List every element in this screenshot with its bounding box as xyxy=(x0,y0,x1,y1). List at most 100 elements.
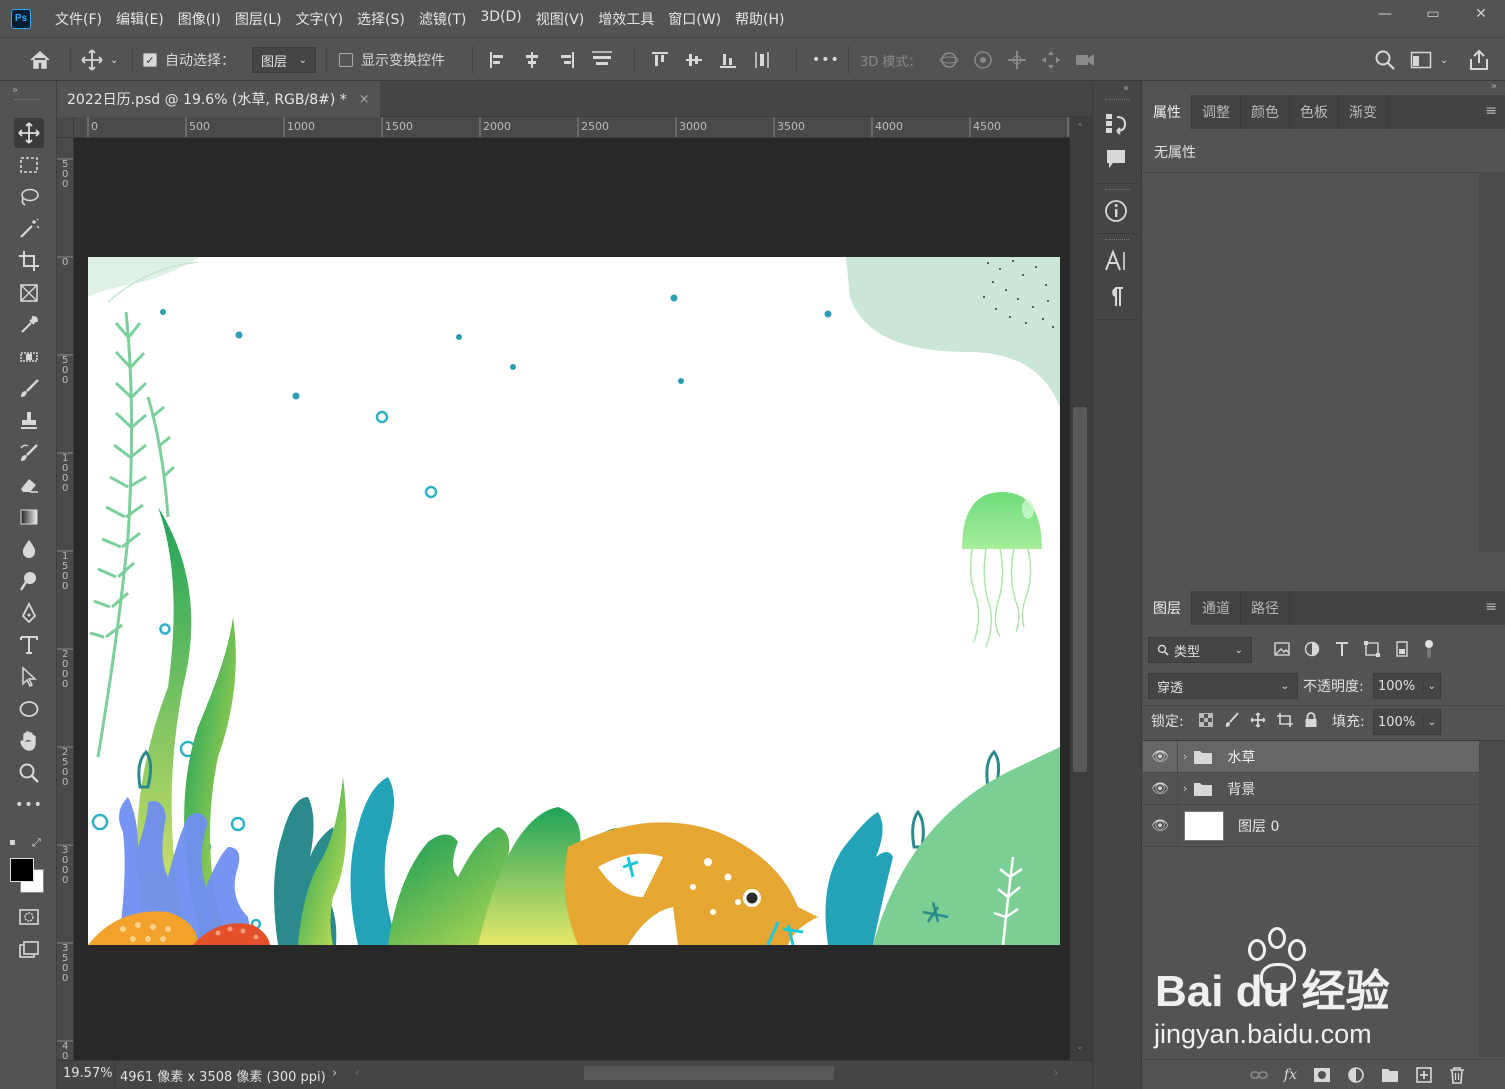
zoom-tool[interactable] xyxy=(14,758,44,788)
lock-all-icon[interactable] xyxy=(1304,712,1318,728)
lock-position-icon[interactable] xyxy=(1250,712,1266,728)
shape-filter-icon[interactable] xyxy=(1363,640,1381,658)
smart-object-filter-icon[interactable] xyxy=(1393,640,1411,658)
crop-tool[interactable] xyxy=(14,246,44,276)
3d-roll-icon[interactable] xyxy=(972,49,994,71)
layer-filter-dropdown[interactable]: 类型 ⌄ xyxy=(1148,637,1252,663)
brush-tool[interactable] xyxy=(14,374,44,404)
menu-type[interactable]: 文字(Y) xyxy=(289,9,350,29)
ruler-origin[interactable] xyxy=(57,117,74,138)
foreground-color-swatch[interactable] xyxy=(10,858,34,882)
more-options-button[interactable]: ••• xyxy=(812,38,840,82)
auto-select-target-dropdown[interactable]: 图层 ⌄ xyxy=(252,47,316,73)
layer-name[interactable]: 背景 xyxy=(1227,779,1255,799)
info-panel-icon[interactable] xyxy=(1104,199,1128,227)
clone-stamp-tool[interactable] xyxy=(14,406,44,436)
blur-tool[interactable] xyxy=(14,534,44,564)
3d-pan-icon[interactable] xyxy=(1006,49,1028,71)
mask-icon[interactable] xyxy=(1313,1067,1331,1083)
eyedropper-tool[interactable] xyxy=(14,310,44,340)
layer-row-group[interactable]: 👁 › 背景 xyxy=(1143,772,1479,805)
lock-pixels-icon[interactable] xyxy=(1224,712,1240,728)
menu-file[interactable]: 文件(F) xyxy=(48,9,109,29)
new-layer-icon[interactable] xyxy=(1415,1066,1433,1084)
type-filter-icon[interactable] xyxy=(1333,640,1351,658)
more-tools-icon[interactable]: ••• xyxy=(14,790,44,820)
restore-button[interactable]: ▭ xyxy=(1409,0,1457,28)
collapse-icon[interactable]: « xyxy=(1123,83,1129,94)
move-tool[interactable] xyxy=(14,118,44,148)
lasso-tool[interactable] xyxy=(14,182,44,212)
history-panel-icon[interactable] xyxy=(1104,111,1128,139)
healing-brush-tool[interactable] xyxy=(14,342,44,372)
ellipse-tool[interactable] xyxy=(14,694,44,724)
search-icon[interactable] xyxy=(1374,38,1396,82)
document-canvas[interactable] xyxy=(88,257,1060,945)
collapse-panel-icon[interactable]: » xyxy=(12,85,18,96)
history-brush-tool[interactable] xyxy=(14,438,44,468)
workspace-icon[interactable]: ⌄ xyxy=(1410,38,1448,82)
zoom-level[interactable]: 19.57% xyxy=(63,1066,113,1081)
vertical-ruler[interactable]: 5 0 0 0 5 0 0 1 0 0 0 1 5 0 0 2 0 0 0 2 … xyxy=(57,138,74,1060)
align-middle-v-icon[interactable] xyxy=(684,50,704,70)
align-left-icon[interactable] xyxy=(488,50,508,70)
show-transform-checkbox[interactable]: 显示变换控件 xyxy=(339,38,445,82)
character-panel-icon[interactable] xyxy=(1104,249,1128,277)
gradient-tool[interactable] xyxy=(14,502,44,532)
minimize-button[interactable]: — xyxy=(1361,0,1409,28)
menu-image[interactable]: 图像(I) xyxy=(171,9,228,29)
checkbox-icon[interactable]: ✓ xyxy=(143,53,157,67)
tab-layers[interactable]: 图层 xyxy=(1143,591,1192,625)
3d-slide-icon[interactable] xyxy=(1040,49,1062,71)
layer-row-group[interactable]: 👁 › 水草 xyxy=(1143,740,1479,773)
vertical-scrollbar[interactable]: ⌃ ⌄ xyxy=(1070,117,1092,1060)
3d-orbit-icon[interactable] xyxy=(938,49,960,71)
menu-edit[interactable]: 编辑(E) xyxy=(109,9,171,29)
scroll-down-icon[interactable]: ⌄ xyxy=(1076,1042,1084,1052)
status-menu-arrow[interactable]: › xyxy=(332,1066,337,1081)
menu-3d[interactable]: 3D(D) xyxy=(473,9,528,29)
fill-input[interactable]: 100% ⌄ xyxy=(1373,709,1441,735)
image-filter-icon[interactable] xyxy=(1273,640,1291,658)
menu-layer[interactable]: 图层(L) xyxy=(228,9,289,29)
opacity-input[interactable]: 100% ⌄ xyxy=(1373,673,1441,699)
default-colors-icon[interactable]: ▪ xyxy=(9,837,16,848)
paragraph-panel-icon[interactable] xyxy=(1104,285,1128,313)
chevron-down-icon[interactable]: ⌄ xyxy=(1440,55,1448,66)
align-bottom-icon[interactable] xyxy=(718,50,738,70)
tab-adjustments[interactable]: 调整 xyxy=(1192,95,1241,129)
3d-camera-icon[interactable] xyxy=(1074,49,1096,71)
move-tool-icon[interactable]: ⌄ xyxy=(80,38,118,82)
visibility-eye-icon[interactable]: 👁 xyxy=(1143,818,1177,834)
hand-tool[interactable] xyxy=(14,726,44,756)
close-tab-icon[interactable]: × xyxy=(359,92,370,107)
link-icon[interactable] xyxy=(1250,1068,1268,1082)
lock-artboard-icon[interactable] xyxy=(1276,712,1294,728)
adjustment-icon[interactable] xyxy=(1347,1066,1365,1084)
tab-gradients[interactable]: 渐变 xyxy=(1339,95,1388,129)
horizontal-ruler[interactable]: 0 500 1000 1500 2000 2500 3000 3500 4000… xyxy=(74,117,1070,138)
folder-icon[interactable] xyxy=(1381,1067,1399,1083)
layer-row[interactable]: 👁 图层 0 xyxy=(1143,804,1479,847)
tab-paths[interactable]: 路径 xyxy=(1241,591,1290,625)
align-center-h-icon[interactable] xyxy=(522,50,542,70)
close-window-button[interactable]: ✕ xyxy=(1457,0,1505,28)
layers-scrollbar[interactable] xyxy=(1479,741,1505,1057)
filter-toggle[interactable] xyxy=(1423,639,1433,659)
quick-mask-button[interactable] xyxy=(14,902,44,932)
visibility-eye-icon[interactable]: 👁 xyxy=(1143,781,1177,797)
tab-swatches[interactable]: 色板 xyxy=(1290,95,1339,129)
horizontal-scrollbar-thumb[interactable] xyxy=(584,1066,834,1080)
frame-tool[interactable] xyxy=(14,278,44,308)
scroll-left-icon[interactable]: ‹ xyxy=(355,1066,359,1079)
dodge-tool[interactable] xyxy=(14,566,44,596)
tab-properties[interactable]: 属性 xyxy=(1143,95,1192,129)
comments-panel-icon[interactable] xyxy=(1104,147,1128,175)
distribute-v-icon[interactable] xyxy=(752,50,772,70)
path-selection-tool[interactable] xyxy=(14,662,44,692)
chevron-down-icon[interactable]: ⌄ xyxy=(1422,680,1436,692)
align-right-icon[interactable] xyxy=(556,50,576,70)
home-icon[interactable] xyxy=(28,38,52,82)
lock-transparent-icon[interactable] xyxy=(1198,712,1214,728)
expand-group-icon[interactable]: › xyxy=(1183,782,1187,795)
